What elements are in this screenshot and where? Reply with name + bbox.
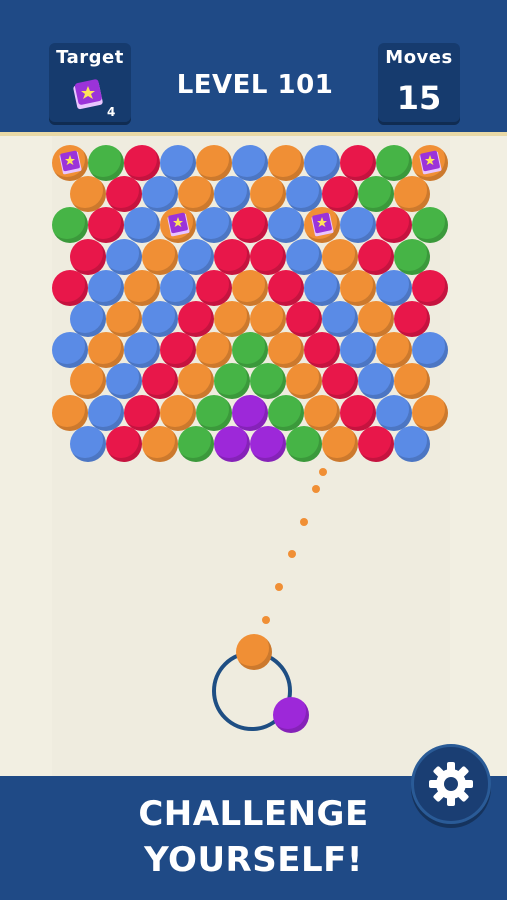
settings-button[interactable]: [411, 744, 491, 824]
bubble-red: [358, 425, 394, 462]
current-bubble[interactable]: [236, 634, 272, 670]
bubble-blue: [376, 269, 412, 306]
bubble-orange: [322, 238, 358, 275]
bubble-orange: [304, 394, 340, 431]
bubble-purple: [214, 425, 250, 462]
bubble-purple: [250, 425, 286, 462]
top-bar: Target 4 LEVEL 101 Moves 15: [0, 0, 507, 136]
next-bubble[interactable]: [273, 697, 309, 733]
target-book-bubble: [160, 207, 196, 244]
bubble-red: [268, 269, 304, 306]
target-count: 4: [107, 105, 116, 119]
bubble-red: [52, 269, 88, 306]
bubble-blue: [178, 238, 214, 275]
bubble-green: [268, 394, 304, 431]
moves-panel: Moves 15: [378, 43, 460, 125]
moves-label: Moves: [385, 47, 453, 68]
bubble-blue: [70, 425, 106, 462]
bubble-red: [214, 238, 250, 275]
book-icon: [311, 213, 334, 237]
bubble-green: [394, 238, 430, 275]
target-label: Target: [56, 47, 124, 68]
bubble-orange: [160, 394, 196, 431]
bubble-red: [358, 238, 394, 275]
bubble-orange: [412, 394, 448, 431]
bubble-red: [124, 394, 160, 431]
aim-dot: [300, 518, 308, 526]
bubble-blue: [106, 238, 142, 275]
bubble-orange: [142, 425, 178, 462]
bubble-red: [340, 394, 376, 431]
bubble-orange: [124, 269, 160, 306]
bubble-orange: [142, 238, 178, 275]
target-panel: Target 4: [49, 43, 131, 125]
bubble-orange: [340, 269, 376, 306]
bubble-red: [250, 238, 286, 275]
book-icon: [73, 79, 103, 110]
bubble-red: [106, 425, 142, 462]
bubble-red: [196, 269, 232, 306]
aim-dot: [262, 616, 270, 624]
book-icon: [167, 213, 190, 237]
aim-dot: [288, 550, 296, 558]
bubble-green: [196, 394, 232, 431]
bubble-orange: [322, 425, 358, 462]
bubble-red: [412, 269, 448, 306]
level-title: LEVEL 101: [176, 70, 334, 100]
bubble-orange: [52, 394, 88, 431]
bubble-blue: [394, 425, 430, 462]
bubble-green: [286, 425, 322, 462]
slogan-line-2: YOURSELF!: [144, 840, 363, 880]
bubble-blue: [88, 394, 124, 431]
bubble-green: [178, 425, 214, 462]
bubble-blue: [160, 269, 196, 306]
bubble-blue: [286, 238, 322, 275]
gear-icon: [429, 762, 473, 806]
bubble-blue: [412, 332, 448, 369]
aim-dot: [319, 468, 327, 476]
moves-value: 15: [396, 79, 442, 117]
bubble-blue: [304, 269, 340, 306]
target-book-bubble: [304, 207, 340, 244]
bubble-blue: [88, 269, 124, 306]
bubble-orange: [232, 269, 268, 306]
target-book-bubble: [412, 145, 448, 181]
aim-dot: [312, 485, 320, 493]
bubble-blue: [376, 394, 412, 431]
bubble-red: [70, 238, 106, 275]
bubble-purple: [232, 394, 268, 431]
book-icon: [419, 150, 442, 175]
aim-dot: [275, 583, 283, 591]
